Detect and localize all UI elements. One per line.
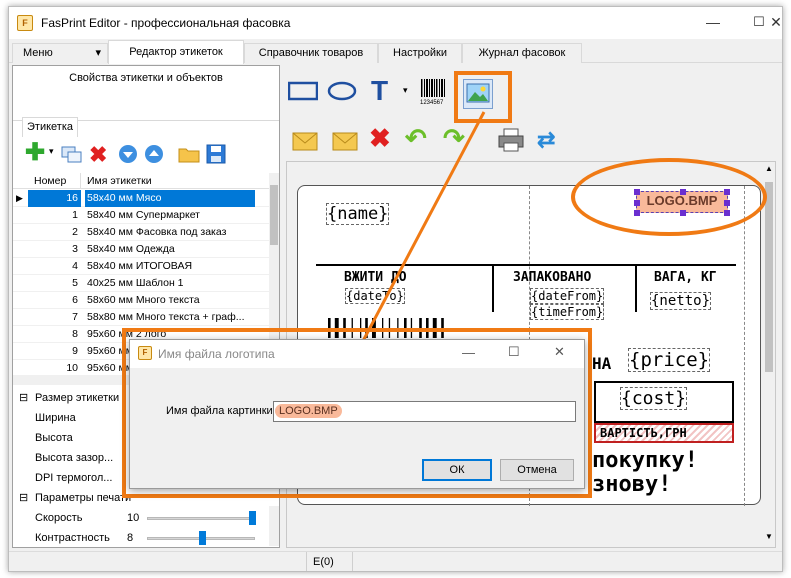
dialog-minimize-button[interactable]: — [462, 345, 475, 360]
cancel-button[interactable]: Отмена [500, 459, 574, 481]
dialog-app-icon: F [138, 346, 152, 360]
logo-filename-input[interactable]: LOGO.BMP [273, 401, 576, 422]
logo-file-dialog: F Имя файла логотипа — ☐ ✕ Имя файла кар… [129, 339, 585, 489]
dialog-maximize-button[interactable]: ☐ [508, 344, 520, 360]
ok-button[interactable]: ОК [422, 459, 492, 481]
dialog-titlebar: F Имя файла логотипа — ☐ ✕ [130, 340, 584, 368]
dialog-title: Имя файла логотипа [158, 347, 275, 361]
dialog-close-button[interactable]: ✕ [554, 344, 565, 360]
dialog-field-label: Имя файла картинки [166, 405, 273, 417]
logo-filename-value: LOGO.BMP [275, 404, 342, 418]
